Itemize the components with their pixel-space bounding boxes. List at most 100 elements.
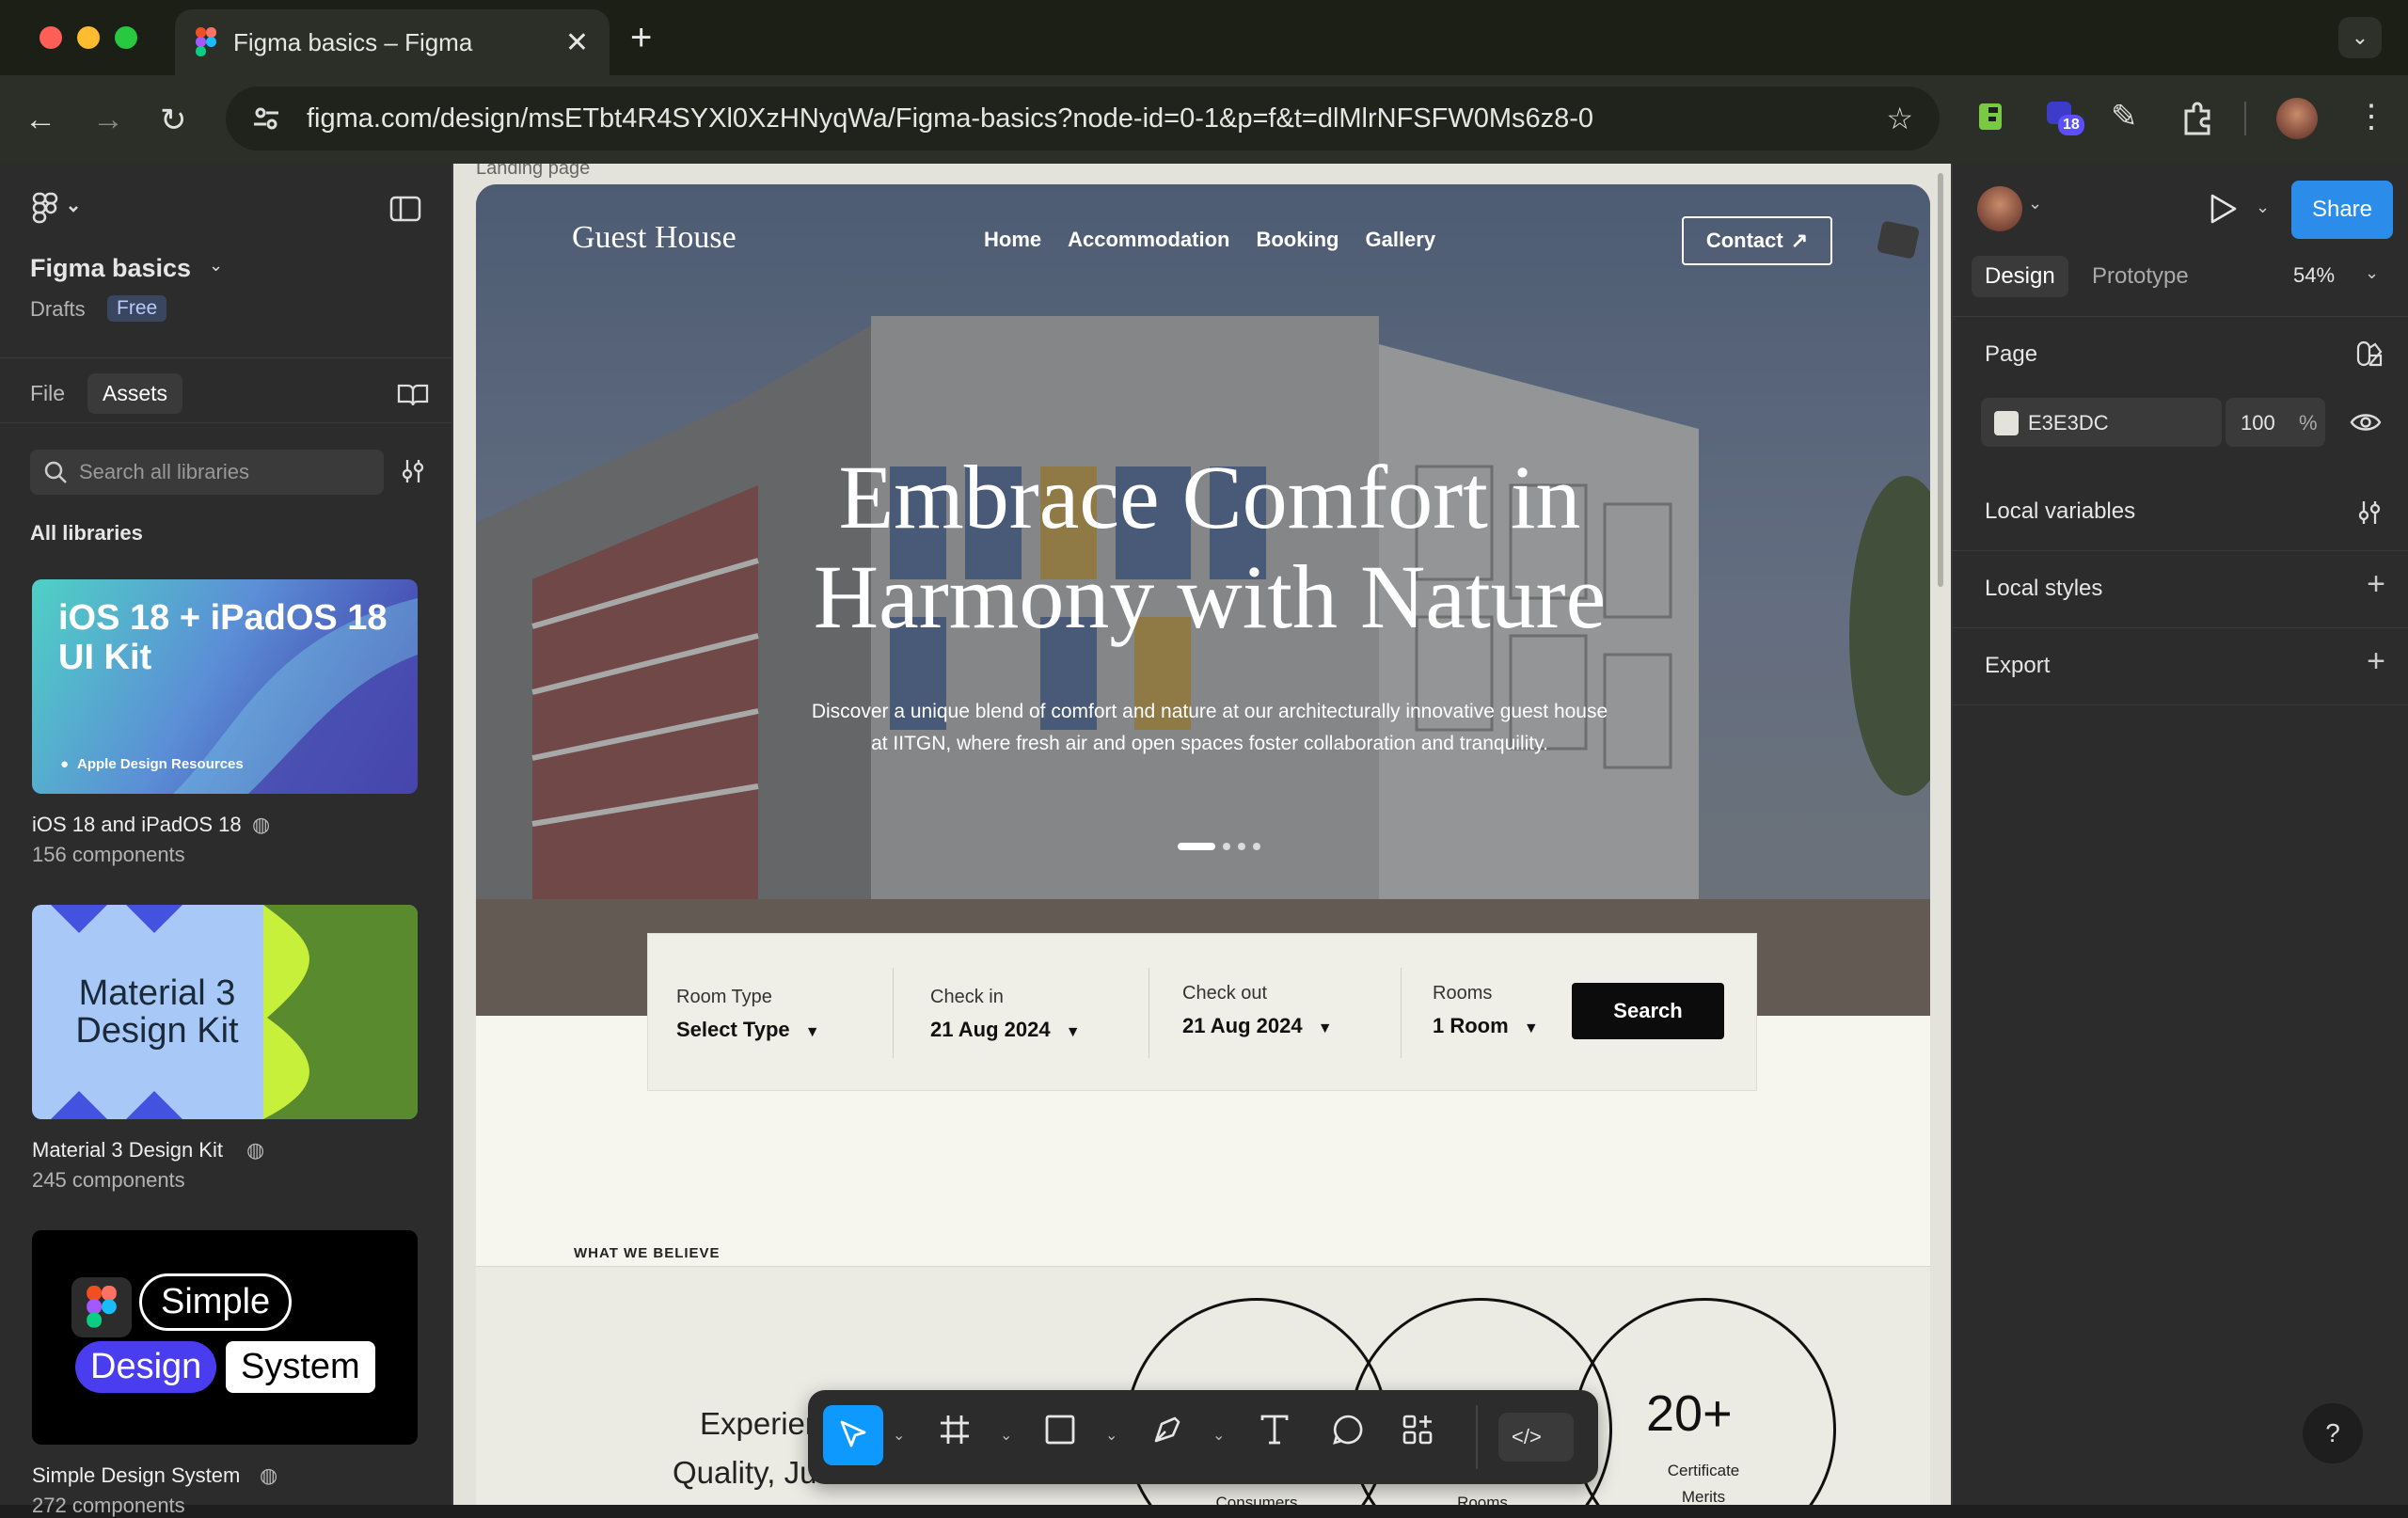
figma-main-menu-icon[interactable]	[32, 192, 85, 226]
carousel-dot[interactable]	[1238, 843, 1245, 850]
eyedropper-icon[interactable]: ✎	[2111, 98, 2138, 135]
check-out-field[interactable]: Check out 21 Aug 2024 ▼	[1182, 983, 1333, 1038]
simple-word: Simple	[139, 1273, 293, 1331]
address-bar[interactable]: figma.com/design/msETbt4R4SYXl0XzHNyqWa/…	[226, 87, 1940, 150]
booking-search-button[interactable]: Search	[1572, 983, 1724, 1039]
nav-home[interactable]: Home	[984, 228, 1041, 252]
close-tab-icon[interactable]: ✕	[565, 26, 589, 59]
frame-tool-chevron-icon[interactable]: ⌄	[1000, 1426, 1012, 1445]
share-button[interactable]: Share	[2291, 181, 2393, 239]
project-location[interactable]: Drafts	[30, 297, 86, 322]
tab-file[interactable]: File	[15, 373, 80, 414]
library-book-icon[interactable]	[397, 383, 429, 407]
shape-tool-chevron-icon[interactable]: ⌄	[1105, 1426, 1117, 1445]
ios-kit-title: iOS 18 + iPadOS 18 UI Kit	[58, 598, 388, 677]
library-thumbnail-material[interactable]: Material 3 Design Kit	[32, 905, 418, 1119]
frame-label[interactable]: Landing page	[476, 164, 590, 180]
forward-arrow-icon[interactable]: →	[92, 102, 124, 138]
user-avatar[interactable]	[1977, 186, 2022, 231]
landing-page-frame[interactable]: Guest House Home Accommodation Booking G…	[476, 184, 1930, 1505]
sidebar-toggle-icon[interactable]	[389, 196, 421, 222]
rooms-field[interactable]: Rooms 1 Room ▼	[1433, 983, 1539, 1038]
move-tool-button[interactable]	[823, 1405, 883, 1465]
minimize-window-button[interactable]	[77, 26, 100, 49]
page-color-field[interactable]: E3E3DC	[1981, 398, 2222, 447]
library-count-ios: 156 components	[32, 843, 185, 866]
tab-design[interactable]: Design	[1972, 256, 2068, 297]
close-window-button[interactable]	[40, 26, 62, 49]
present-play-icon[interactable]	[2207, 192, 2239, 226]
design-canvas[interactable]: Landing page Guest House Home Accommodat…	[453, 164, 1951, 1505]
tab-title: Figma basics – Figma	[233, 27, 473, 56]
check-in-field[interactable]: Check in 21 Aug 2024 ▼	[930, 987, 1081, 1042]
nav-gallery[interactable]: Gallery	[1365, 228, 1435, 252]
project-chevron-down-icon[interactable]: ⌄	[209, 256, 223, 276]
profile-avatar[interactable]	[2276, 98, 2318, 139]
back-arrow-icon[interactable]: ←	[24, 102, 56, 138]
library-name-ios[interactable]: iOS 18 and iPadOS 18	[32, 813, 242, 837]
tab-prototype[interactable]: Prototype	[2079, 256, 2202, 297]
library-count-simple: 272 components	[32, 1494, 185, 1517]
cursor-arrow-icon	[840, 1420, 866, 1447]
nav-accommodation[interactable]: Accommodation	[1068, 228, 1229, 252]
tab-search-chevron-icon[interactable]: ⌄	[2338, 17, 2382, 58]
extension-icon[interactable]	[1975, 98, 2013, 135]
extensions-puzzle-icon[interactable]	[2180, 100, 2216, 135]
visibility-eye-icon[interactable]	[2350, 409, 2382, 435]
badge-extension-icon[interactable]: 18	[2043, 96, 2084, 137]
library-thumbnail-simple[interactable]: Simple Design System	[32, 1230, 418, 1445]
canvas-scrollbar[interactable]	[1938, 173, 1943, 587]
maximize-window-button[interactable]	[115, 26, 137, 49]
panel-tabs: File Assets	[0, 357, 453, 423]
help-question-icon[interactable]: ?	[2303, 1403, 2363, 1463]
site-settings-icon[interactable]	[252, 104, 280, 133]
library-name-simple[interactable]: Simple Design System	[32, 1463, 240, 1488]
zoom-chevron-down-icon[interactable]: ⌄	[2365, 263, 2379, 283]
project-name[interactable]: Figma basics	[30, 254, 191, 283]
site-logo[interactable]: Guest House	[572, 220, 737, 256]
ios-kit-caption: Apple Design Resources	[77, 756, 244, 772]
library-thumbnail-ios[interactable]: iOS 18 + iPadOS 18 UI Kit ● Apple Design…	[32, 579, 418, 794]
variables-sliders-icon[interactable]	[2355, 498, 2384, 527]
room-type-field[interactable]: Room Type Select Type ▼	[676, 987, 820, 1042]
export-section[interactable]: Export +	[1953, 628, 2408, 705]
reload-icon[interactable]: ↻	[160, 102, 187, 139]
local-variables-section[interactable]: Local variables	[1953, 474, 2408, 551]
toolbar-divider	[2244, 102, 2246, 135]
browser-tab[interactable]: Figma basics – Figma ✕	[175, 9, 610, 75]
filter-sliders-icon[interactable]	[399, 457, 427, 485]
contact-button[interactable]: Contact ↗	[1682, 216, 1832, 265]
nav-booking[interactable]: Booking	[1256, 228, 1339, 252]
actions-tool-button[interactable]	[1401, 1413, 1434, 1447]
carousel-dot[interactable]	[1253, 843, 1260, 850]
library-search-input[interactable]: Search all libraries	[30, 450, 384, 495]
bookmark-star-icon[interactable]: ☆	[1886, 101, 1913, 136]
pen-tool-chevron-icon[interactable]: ⌄	[1212, 1426, 1225, 1445]
room-type-label: Room Type	[676, 987, 772, 1007]
page-opacity-field[interactable]: 100 %	[2226, 398, 2325, 447]
browser-menu-icon[interactable]: ⋮	[2355, 98, 2387, 135]
present-chevron-down-icon[interactable]: ⌄	[2256, 198, 2270, 217]
page-color-swatch[interactable]	[1994, 411, 2019, 435]
comment-tool-button[interactable]	[1331, 1413, 1365, 1447]
new-tab-icon[interactable]: +	[630, 17, 652, 59]
dev-mode-toggle[interactable]: </>	[1498, 1413, 1574, 1462]
contact-label: Contact	[1705, 229, 1783, 252]
move-tool-chevron-icon[interactable]: ⌄	[893, 1426, 905, 1445]
carousel-dot[interactable]	[1223, 843, 1230, 850]
add-export-plus-icon[interactable]: +	[2367, 643, 2385, 680]
local-styles-section[interactable]: Local styles +	[1953, 551, 2408, 628]
library-name-material[interactable]: Material 3 Design Kit	[32, 1138, 223, 1162]
tab-assets[interactable]: Assets	[87, 373, 183, 414]
browser-tab-strip: Figma basics – Figma ✕ + ⌄	[0, 0, 2408, 75]
carousel-dot-active[interactable]	[1178, 843, 1215, 850]
shape-tool-button[interactable]	[1043, 1413, 1077, 1447]
avatar-chevron-down-icon[interactable]: ⌄	[2028, 194, 2042, 213]
frame-tool-button[interactable]	[938, 1413, 972, 1447]
text-tool-button[interactable]	[1258, 1413, 1291, 1447]
styles-palette-icon[interactable]	[2355, 340, 2384, 368]
pen-tool-button[interactable]	[1150, 1413, 1184, 1447]
add-style-plus-icon[interactable]: +	[2367, 566, 2385, 603]
zoom-level[interactable]: 54%	[2293, 263, 2335, 288]
stat-number-merits: 20+	[1646, 1385, 1733, 1442]
